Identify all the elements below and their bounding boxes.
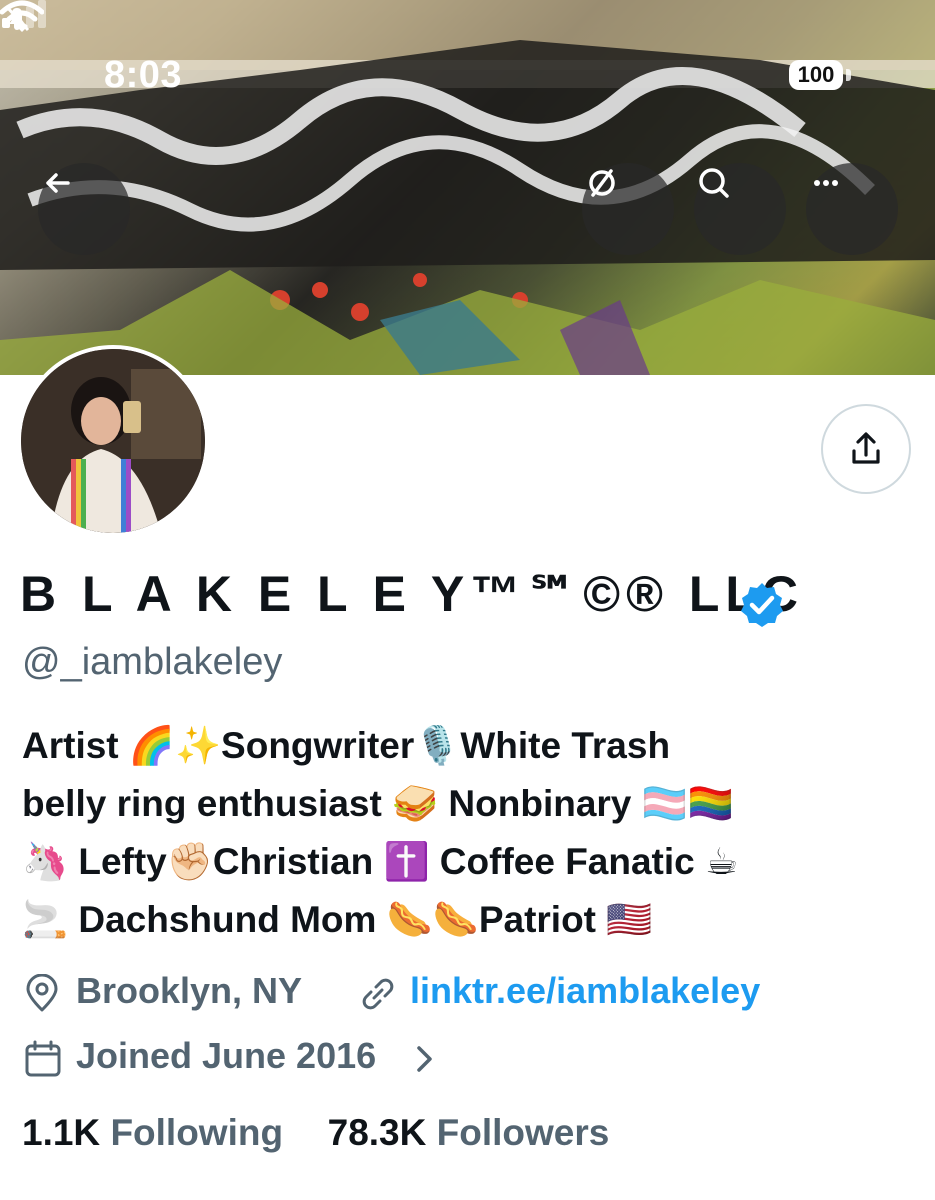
followers-label: Followers [436, 1112, 610, 1153]
search-button[interactable] [694, 163, 786, 255]
link-icon [362, 978, 394, 1010]
display-name: B L A K E L E Y™℠©® LLC [20, 566, 805, 622]
arrow-left-icon [46, 173, 70, 193]
calendar-icon [25, 1040, 61, 1077]
location-pin-icon [26, 974, 58, 1012]
profile-bio: Artist 🌈✨Songwriter🎙️White Trash belly r… [22, 717, 912, 949]
battery-indicator: 100 [789, 60, 843, 90]
followers-link[interactable]: 78.3K Followers [328, 1112, 610, 1153]
back-button[interactable] [38, 163, 130, 255]
verified-badge-icon[interactable] [737, 580, 787, 630]
wifi-icon [0, 0, 44, 32]
profile-banner[interactable]: 8:03 100 [0, 0, 935, 375]
share-button[interactable] [821, 404, 911, 494]
profile-joined-date: Joined June 2016 [76, 1035, 377, 1076]
status-bar: 8:03 100 [0, 0, 935, 150]
more-options-button[interactable] [806, 163, 898, 255]
profile-stats: 1.1K Following 78.3K Followers [22, 1112, 609, 1154]
grok-button[interactable] [582, 163, 674, 255]
avatar-portrait-illustration [21, 349, 205, 533]
profile-avatar[interactable] [17, 345, 209, 537]
followers-count: 78.3K [327, 1112, 427, 1153]
slash-circle-icon [589, 169, 615, 197]
following-label: Following [110, 1112, 284, 1153]
profile-handle: @_iamblakeley [22, 641, 283, 683]
following-link[interactable]: 1.1K Following [22, 1112, 293, 1153]
bio-line: Artist 🌈✨Songwriter🎙️White Trash [22, 725, 671, 766]
profile-website-link[interactable]: linktr.ee/iamblakeley [410, 970, 760, 1012]
status-time: 8:03 [104, 54, 183, 96]
bio-line: belly ring enthusiast 🥪 Nonbinary 🏳️‍⚧️🏳… [22, 783, 734, 824]
search-icon [699, 168, 729, 198]
battery-tip [846, 69, 851, 81]
share-icon [852, 432, 880, 464]
chevron-right-icon[interactable] [410, 1042, 440, 1076]
following-count: 1.1K [22, 1112, 101, 1153]
profile-location: Brooklyn, NY [76, 970, 303, 1011]
more-icon [814, 180, 838, 186]
avatar-photo [21, 349, 205, 533]
bio-line: 🦄 Lefty✊🏻Christian ✝️ Coffee Fanatic ☕ [22, 841, 739, 882]
bio-line: 🚬 Dachshund Mom 🌭🌭Patriot 🇺🇸 [22, 899, 653, 940]
